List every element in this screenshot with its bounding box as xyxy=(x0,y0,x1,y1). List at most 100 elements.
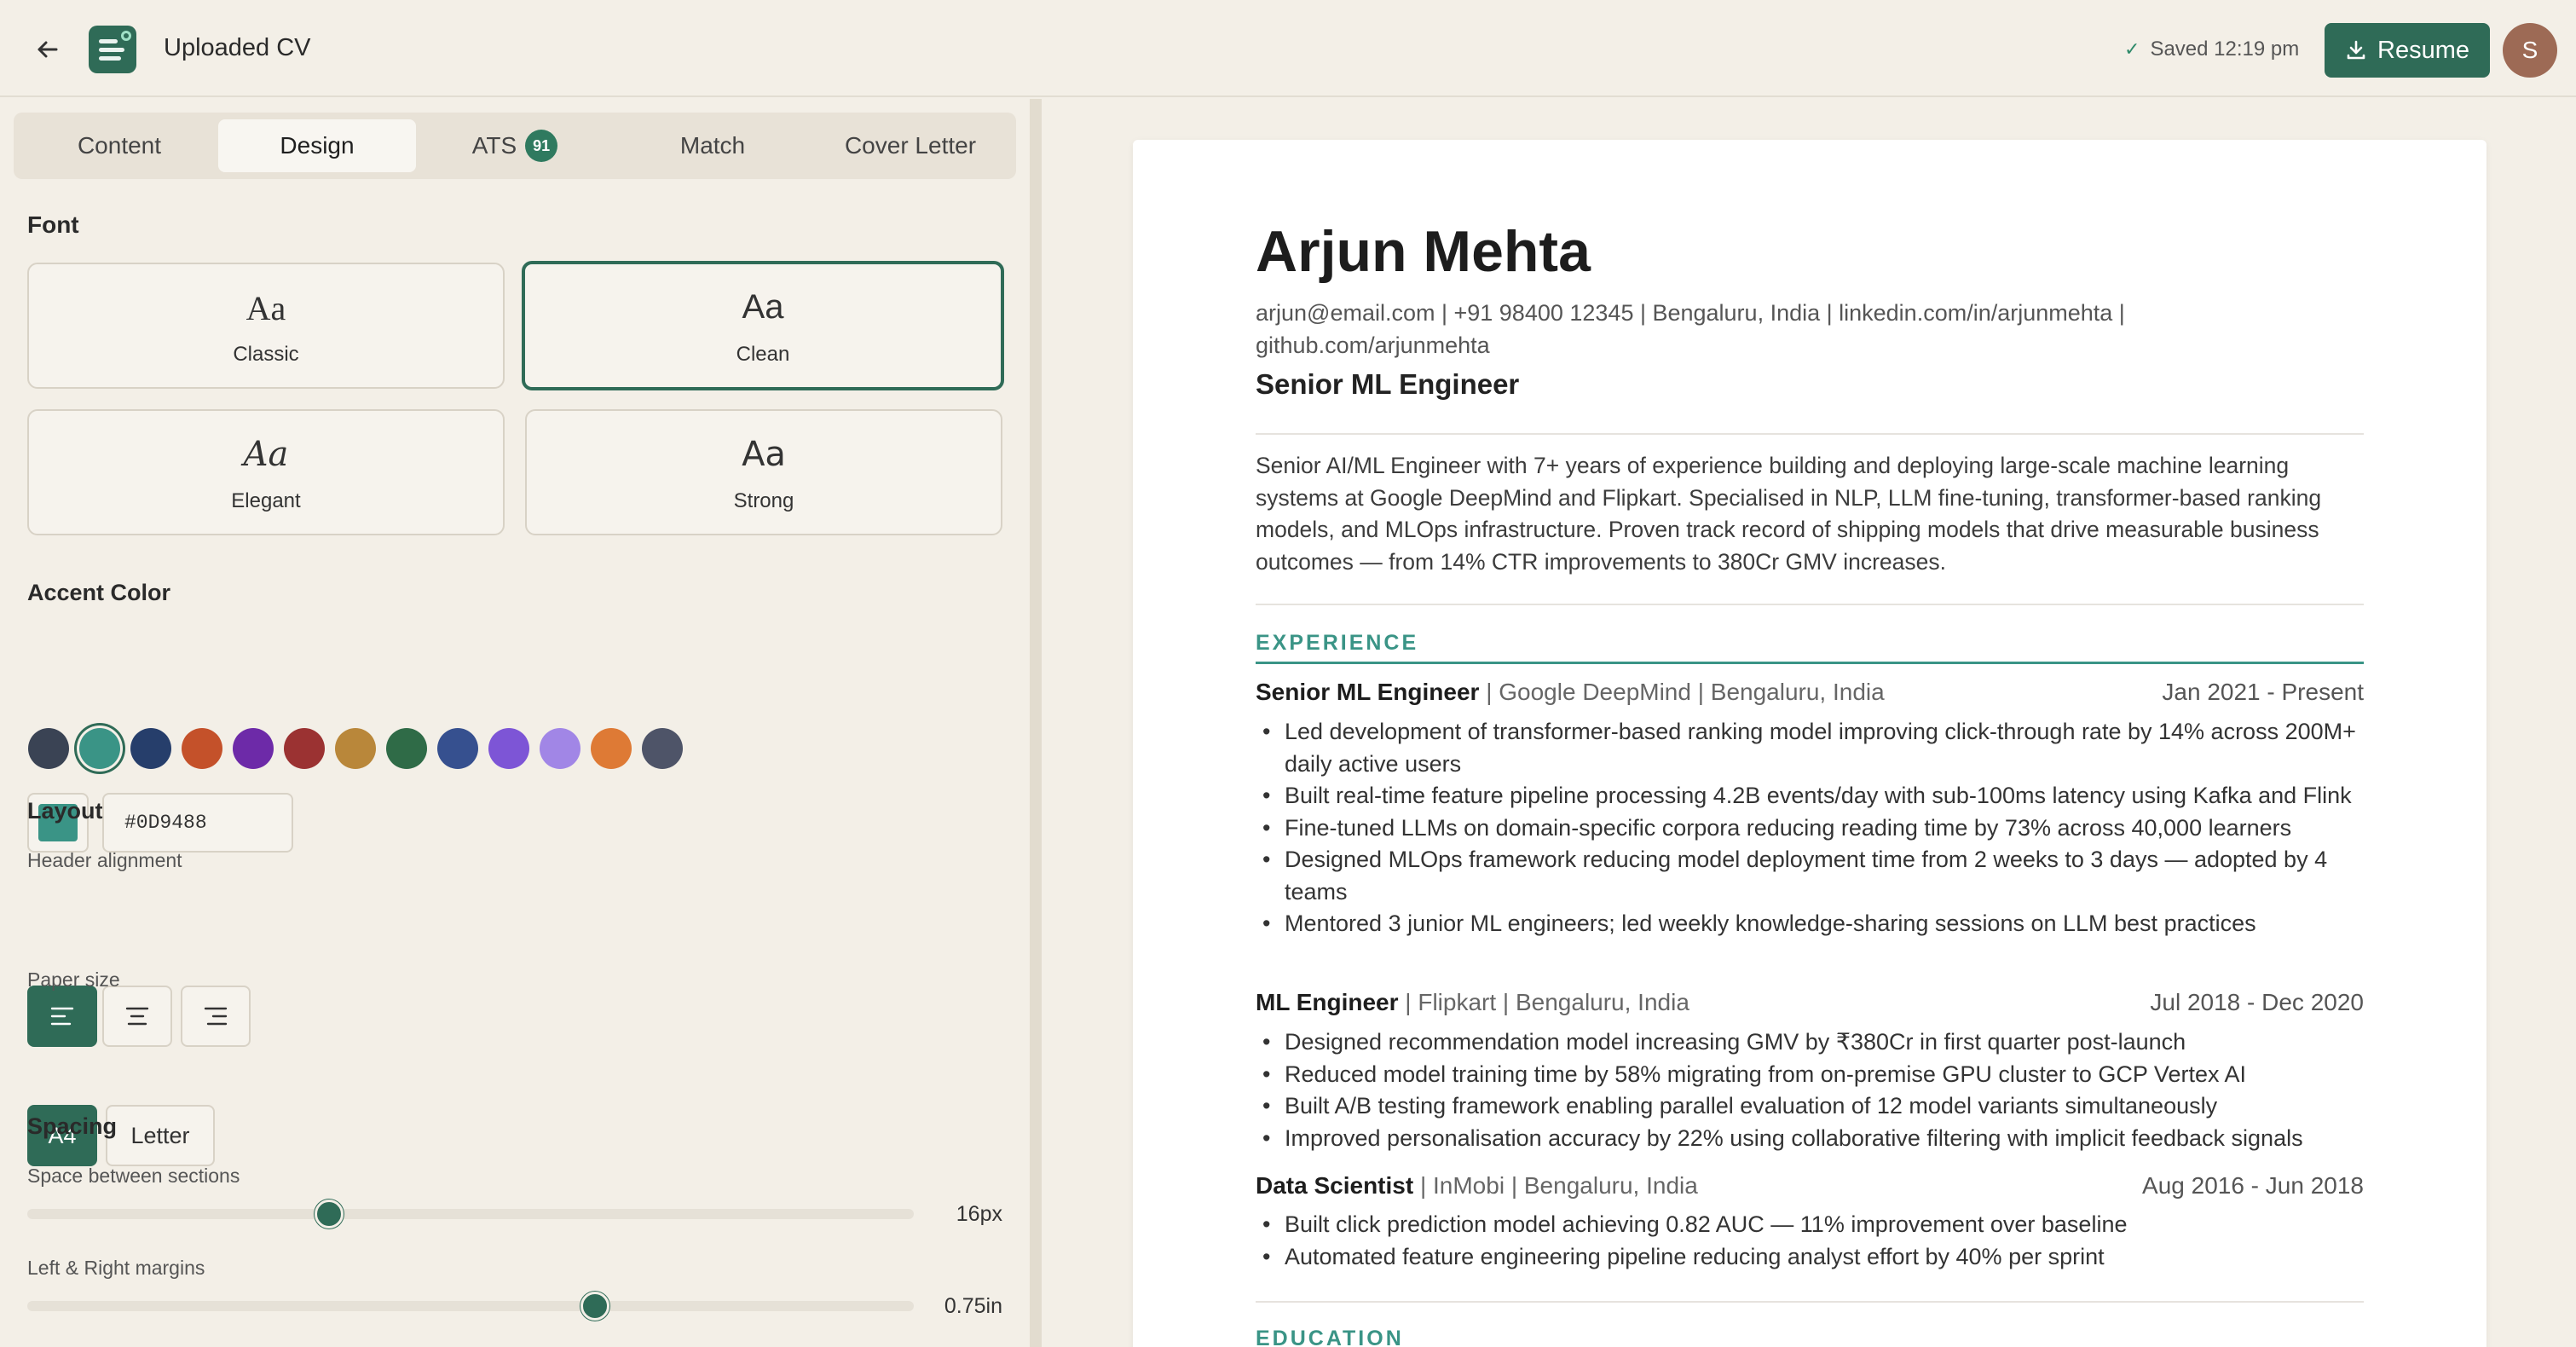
download-resume-button[interactable]: Resume xyxy=(2325,23,2490,78)
tab-ats[interactable]: ATS 91 xyxy=(416,119,614,172)
back-arrow-icon[interactable] xyxy=(31,32,65,66)
paper-size-label: Paper size xyxy=(27,968,120,991)
align-right-button[interactable] xyxy=(181,986,251,1047)
accent-color-title: Accent Color xyxy=(27,580,171,605)
font-sample: Aa xyxy=(742,288,784,326)
section-rule xyxy=(1256,662,2364,664)
font-name: Clean xyxy=(736,343,790,366)
header-alignment-label: Header alignment xyxy=(27,849,182,871)
color-swatch[interactable] xyxy=(233,728,274,769)
tab-label: Content xyxy=(77,132,162,159)
font-name: Elegant xyxy=(231,489,301,512)
top-bar: Uploaded CV ✓ Saved 12:19 pm Resume S xyxy=(0,0,2576,97)
list-item: Fine-tuned LLMs on domain-specific corpo… xyxy=(1256,812,2364,845)
color-swatch[interactable] xyxy=(79,728,120,769)
list-item: Reduced model training time by 58% migra… xyxy=(1256,1059,2364,1091)
job-title: Data Scientist xyxy=(1256,1172,1414,1199)
color-swatch[interactable] xyxy=(284,728,325,769)
spacing-section-title: Spacing xyxy=(27,1113,118,1139)
job-title: Senior ML Engineer xyxy=(1256,679,1480,705)
download-icon xyxy=(2347,40,2365,60)
tab-cover-letter[interactable]: Cover Letter xyxy=(811,119,1009,172)
experience-heading: EXPERIENCE xyxy=(1256,631,1419,655)
color-swatch[interactable] xyxy=(591,728,632,769)
hex-color-input[interactable]: #0D9488 xyxy=(102,793,293,853)
check-icon: ✓ xyxy=(2124,38,2140,60)
job-bullets: Designed recommendation model increasing… xyxy=(1256,1026,2364,1154)
font-option-elegant[interactable]: Aa Elegant xyxy=(27,409,505,535)
align-center-button[interactable] xyxy=(102,986,172,1047)
resume-name: Arjun Mehta xyxy=(1256,219,1591,284)
resume-summary: Senior AI/ML Engineer with 7+ years of e… xyxy=(1256,453,2322,575)
font-sample: Aa xyxy=(742,435,786,474)
font-name: Classic xyxy=(233,343,299,366)
layout-section-title: Layout xyxy=(27,798,103,824)
font-option-clean[interactable]: Aa Clean xyxy=(522,261,1004,390)
section-space-slider-track[interactable] xyxy=(27,1209,914,1219)
tab-design[interactable]: Design xyxy=(218,119,416,172)
color-swatch[interactable] xyxy=(28,728,69,769)
user-avatar[interactable]: S xyxy=(2503,23,2557,78)
panel-divider[interactable] xyxy=(1030,99,1042,1347)
paper-size-letter-button[interactable]: Letter xyxy=(106,1105,215,1166)
job-meta: | Google DeepMind | Bengaluru, India xyxy=(1479,679,1885,705)
color-swatch[interactable] xyxy=(642,728,683,769)
color-swatch[interactable] xyxy=(540,728,580,769)
tab-label: ATS xyxy=(471,132,517,159)
tab-content[interactable]: Content xyxy=(20,119,218,172)
job-title: ML Engineer xyxy=(1256,989,1399,1015)
color-swatch[interactable] xyxy=(488,728,529,769)
education-heading: EDUCATION xyxy=(1256,1327,1404,1347)
color-swatch[interactable] xyxy=(386,728,427,769)
align-left-button[interactable] xyxy=(27,986,97,1047)
color-swatch[interactable] xyxy=(335,728,376,769)
divider xyxy=(1256,433,2364,435)
list-item: Built real-time feature pipeline process… xyxy=(1256,780,2364,812)
panel-tabs: Content Design ATS 91 Match Cover Letter xyxy=(14,113,1016,179)
color-swatch[interactable] xyxy=(182,728,222,769)
list-item: Designed MLOps framework reducing model … xyxy=(1256,844,2364,908)
design-panel: Content Design ATS 91 Match Cover Letter … xyxy=(0,99,1030,1347)
section-space-value: 16px xyxy=(956,1202,1002,1226)
job-dates: Jan 2021 - Present xyxy=(2162,679,2364,705)
job-meta: | Flipkart | Bengaluru, India xyxy=(1398,989,1689,1015)
color-swatch[interactable] xyxy=(437,728,478,769)
app-logo-icon xyxy=(89,26,136,73)
color-swatch[interactable] xyxy=(130,728,171,769)
tab-match[interactable]: Match xyxy=(614,119,811,172)
list-item: Improved personalisation accuracy by 22%… xyxy=(1256,1123,2364,1155)
align-left-icon xyxy=(50,1007,74,1026)
margins-slider-track[interactable] xyxy=(27,1301,914,1311)
divider xyxy=(1256,1301,2364,1303)
job-meta: | InMobi | Bengaluru, India xyxy=(1413,1172,1698,1199)
font-section-title: Font xyxy=(27,211,79,238)
tab-label: Cover Letter xyxy=(844,132,977,159)
font-sample: Aa xyxy=(245,289,286,327)
section-space-label: Space between sections xyxy=(27,1165,240,1187)
align-right-icon xyxy=(204,1007,228,1026)
job-dates: Aug 2016 - Jun 2018 xyxy=(2142,1172,2364,1199)
font-option-strong[interactable]: Aa Strong xyxy=(525,409,1002,535)
list-item: Built click prediction model achieving 0… xyxy=(1256,1209,2364,1241)
font-option-classic[interactable]: Aa Classic xyxy=(27,263,505,389)
margins-label: Left & Right margins xyxy=(27,1257,205,1279)
list-item: Led development of transformer-based ran… xyxy=(1256,716,2364,780)
job-dates: Jul 2018 - Dec 2020 xyxy=(2150,989,2364,1015)
list-item: Built A/B testing framework enabling par… xyxy=(1256,1090,2364,1123)
font-name: Strong xyxy=(733,489,794,512)
resume-button-label: Resume xyxy=(2377,36,2469,64)
job-bullets: Built click prediction model achieving 0… xyxy=(1256,1209,2364,1273)
list-item: Mentored 3 junior ML engineers; led week… xyxy=(1256,908,2364,940)
save-status: ✓ Saved 12:19 pm xyxy=(2124,38,2299,61)
resume-role: Senior ML Engineer xyxy=(1256,368,1520,400)
section-space-slider-thumb[interactable] xyxy=(314,1200,344,1228)
font-sample: Aa xyxy=(243,435,289,474)
resume-preview-page: Arjun Mehta arjun@email.com | +91 98400 … xyxy=(1133,140,2486,1347)
margins-slider-thumb[interactable] xyxy=(580,1292,609,1321)
tab-label: Design xyxy=(280,132,355,159)
margins-value: 0.75in xyxy=(944,1294,1002,1318)
tab-label: Match xyxy=(679,132,746,159)
divider xyxy=(1256,604,2364,605)
list-item: Designed recommendation model increasing… xyxy=(1256,1026,2364,1059)
align-center-icon xyxy=(125,1007,149,1026)
